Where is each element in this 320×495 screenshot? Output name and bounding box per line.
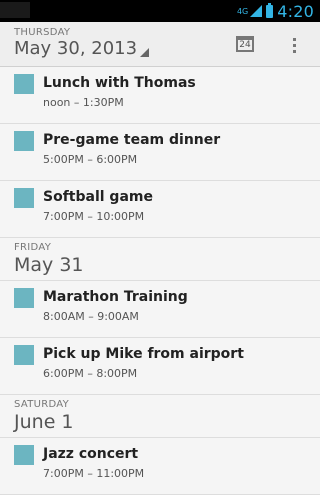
calendar-color-swatch [14,74,34,94]
day-header-date: May 31 [14,254,84,276]
signal-icon [250,5,263,17]
calendar-today-icon: 24 [236,36,254,52]
event-row[interactable]: Softball game 7:00PM – 10:00PM [0,181,320,238]
status-icons: 4G 4:20 [236,1,314,21]
event-title: Pick up Mike from airport [43,346,244,362]
status-bar: 4G 4:20 [0,0,320,22]
event-title: Softball game [43,189,153,205]
event-time: 7:00PM – 10:00PM [43,210,145,223]
calendar-color-swatch [14,288,34,308]
today-icon-number: 24 [239,40,251,50]
day-header-weekday: SATURDAY [14,399,70,410]
current-day-label: THURSDAY [14,27,71,38]
go-to-today-button[interactable]: 24 [236,34,256,54]
event-time: 8:00AM – 9:00AM [43,310,139,323]
battery-icon [266,2,274,18]
action-bar: THURSDAY May 30, 2013 [0,22,320,67]
dropdown-triangle-icon[interactable] [140,48,149,57]
status-clock: 4:20 [277,1,314,21]
day-header: SATURDAY June 1 [0,395,320,438]
calendar-color-swatch [14,188,34,208]
event-time: 5:00PM – 6:00PM [43,153,138,166]
event-row[interactable]: Lunch with Thomas noon – 1:30PM [0,67,320,124]
current-date-label: May 30, 2013 [14,38,138,59]
event-row[interactable]: Pre-game team dinner 5:00PM – 6:00PM [0,124,320,181]
agenda-list[interactable]: Lunch with Thomas noon – 1:30PM Pre-game… [0,67,320,495]
event-title: Jazz concert [43,446,139,462]
overflow-menu-icon[interactable] [290,35,298,55]
event-row[interactable]: Marathon Training 8:00AM – 9:00AM [0,281,320,338]
calendar-color-swatch [14,445,34,465]
day-header-weekday: FRIDAY [14,242,52,253]
event-title: Marathon Training [43,289,188,305]
notification-icon [0,2,30,18]
day-header: FRIDAY May 31 [0,238,320,281]
calendar-color-swatch [14,345,34,365]
event-row[interactable]: Pick up Mike from airport 6:00PM – 8:00P… [0,338,320,395]
event-time: 6:00PM – 8:00PM [43,367,138,380]
event-title: Pre-game team dinner [43,132,221,148]
day-header-date: June 1 [14,411,74,433]
network-type: 4G [236,6,249,16]
event-time: 7:00PM – 11:00PM [43,467,145,480]
event-time: noon – 1:30PM [43,96,124,109]
event-title: Lunch with Thomas [43,75,196,91]
calendar-color-swatch [14,131,34,151]
event-row[interactable]: Jazz concert 7:00PM – 11:00PM [0,438,320,495]
